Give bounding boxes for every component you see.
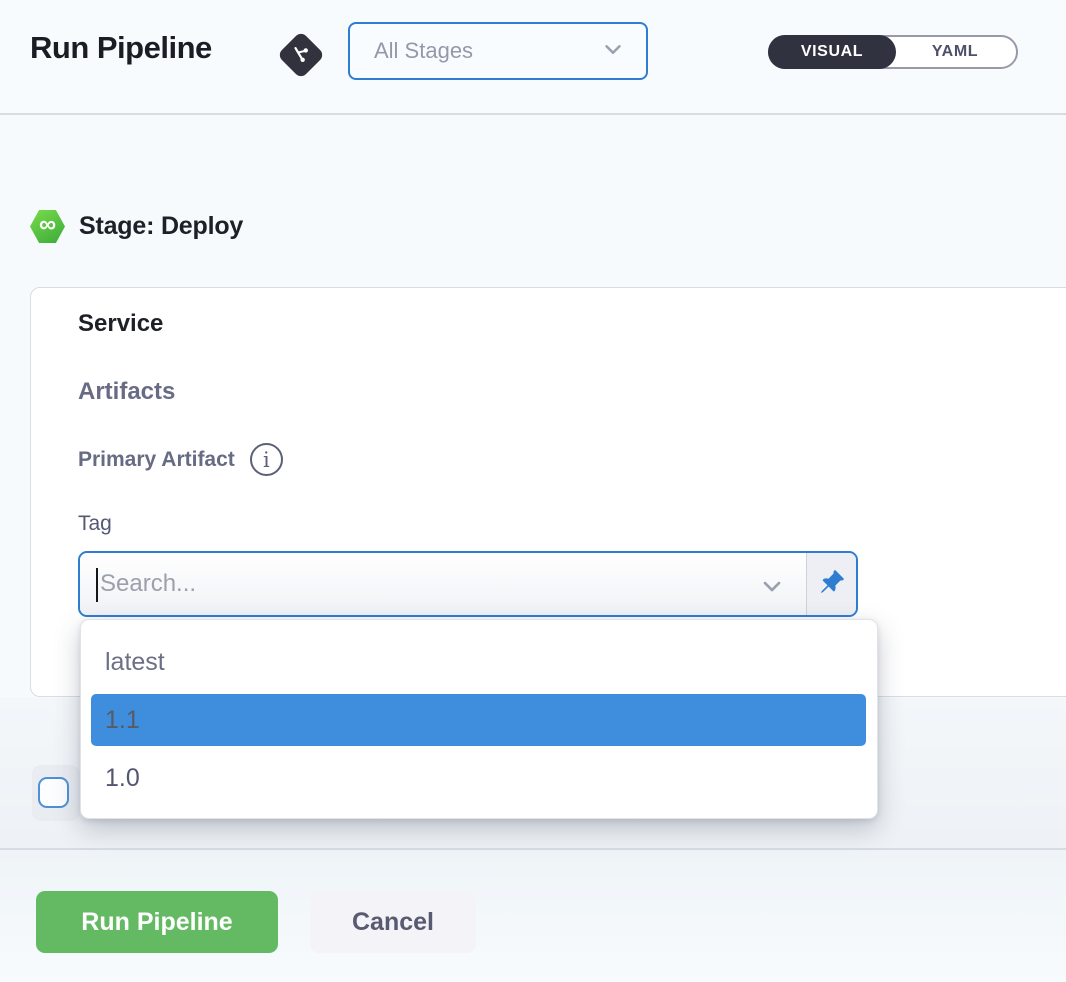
run-pipeline-button[interactable]: Run Pipeline [36,891,278,953]
pin-button[interactable] [806,553,856,615]
checkbox[interactable] [38,777,69,808]
page-title: Run Pipeline [30,30,212,66]
tab-yaml[interactable]: YAML [894,37,1016,67]
text-caret [96,568,98,602]
cancel-button[interactable]: Cancel [310,891,476,953]
tag-search-input[interactable] [80,553,806,615]
service-heading: Service [78,310,163,338]
dialog-footer: Run Pipeline Cancel [0,850,1066,982]
tab-visual[interactable]: VISUAL [768,35,896,69]
dropdown-option[interactable]: latest [91,636,866,688]
tag-dropdown-menu: latest 1.1 1.0 [80,619,878,819]
pin-icon [819,569,845,600]
stage-selector-value: All Stages [374,38,600,64]
tag-combobox [78,551,858,617]
artifacts-heading: Artifacts [78,378,175,406]
tag-search-wrap [80,553,806,615]
dropdown-option[interactable]: 1.1 [91,694,866,746]
cd-stage-icon: ∞ [30,210,65,243]
git-icon [277,31,325,79]
chevron-down-icon[interactable] [758,572,786,605]
stage-title: Stage: Deploy [79,212,243,241]
tag-label: Tag [78,512,112,536]
dialog-header: Run Pipeline All Stages VISUAL YAML [0,0,1066,115]
info-icon[interactable]: i [250,443,283,476]
stage-selector-dropdown[interactable]: All Stages [348,22,648,80]
chevron-down-icon [600,36,626,67]
run-pipeline-dialog: Run Pipeline All Stages VISUAL YAML [0,0,1066,982]
dropdown-option[interactable]: 1.0 [91,752,866,804]
view-toggle: VISUAL YAML [768,35,1018,69]
primary-artifact-label: Primary Artifact [78,448,235,472]
stage-row: ∞ Stage: Deploy [30,210,243,243]
primary-artifact-row: Primary Artifact i [78,443,283,476]
